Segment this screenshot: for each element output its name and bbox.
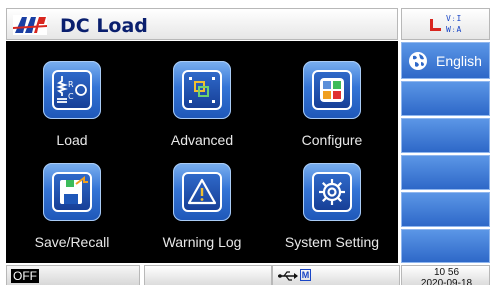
warning-icon[interactable] bbox=[173, 163, 231, 221]
app-label: Save/Recall bbox=[34, 234, 110, 250]
app-grid: R C Load Advanced Configure Save/Recall … bbox=[6, 41, 398, 263]
svg-text:R: R bbox=[68, 80, 74, 89]
output-state-badge: OFF bbox=[11, 269, 39, 283]
clock-segment: 10 56 2020-09-18 bbox=[401, 265, 490, 285]
app-warning-log[interactable]: Warning Log bbox=[142, 155, 262, 259]
app-label: Advanced bbox=[170, 132, 234, 148]
output-state-segment: OFF bbox=[6, 265, 140, 285]
side-button-1[interactable] bbox=[401, 81, 490, 116]
clock-date: 2020-09-18 bbox=[420, 278, 473, 285]
save-recall-icon[interactable] bbox=[43, 163, 101, 221]
mode-i: I bbox=[456, 14, 463, 23]
language-button[interactable]: English bbox=[401, 42, 490, 79]
mode-indicator: V:I W:A bbox=[446, 14, 463, 34]
mode-a: A bbox=[456, 25, 463, 34]
app-title: DC Load bbox=[60, 15, 148, 37]
status-bar: OFF M 10 56 2020-09-18 bbox=[6, 265, 490, 285]
mode-badge: M bbox=[300, 269, 311, 281]
configure-icon[interactable] bbox=[303, 61, 361, 119]
title-bar: DC Load bbox=[6, 8, 398, 40]
side-button-3[interactable] bbox=[401, 155, 490, 190]
connection-segment: M bbox=[272, 265, 400, 285]
app-save-recall[interactable]: Save/Recall bbox=[12, 155, 132, 259]
status-segment-blank bbox=[144, 265, 272, 285]
clock-time: 10 56 bbox=[433, 267, 460, 278]
app-system-setting[interactable]: System Setting bbox=[272, 155, 392, 259]
side-button-5[interactable] bbox=[401, 229, 490, 263]
brand-logo-icon bbox=[13, 15, 47, 35]
svg-text:C: C bbox=[68, 92, 74, 101]
app-label: System Setting bbox=[284, 234, 380, 250]
side-button-2[interactable] bbox=[401, 118, 490, 153]
advanced-icon[interactable] bbox=[173, 61, 231, 119]
app-advanced[interactable]: Advanced bbox=[142, 53, 262, 157]
app-label: Load bbox=[56, 132, 88, 148]
usb-icon bbox=[278, 271, 298, 281]
language-label: English bbox=[436, 53, 482, 69]
gear-icon[interactable] bbox=[303, 163, 361, 221]
globe-icon bbox=[409, 52, 427, 70]
remote-lock-icon bbox=[430, 19, 441, 31]
side-button-4[interactable] bbox=[401, 192, 490, 227]
status-indicator-panel: V:I W:A bbox=[401, 8, 490, 40]
app-label: Configure bbox=[301, 132, 363, 148]
app-label: Warning Log bbox=[162, 234, 242, 250]
app-load[interactable]: R C Load bbox=[12, 53, 132, 157]
load-resistor-icon[interactable]: R C bbox=[43, 61, 101, 119]
app-configure[interactable]: Configure bbox=[272, 53, 392, 157]
